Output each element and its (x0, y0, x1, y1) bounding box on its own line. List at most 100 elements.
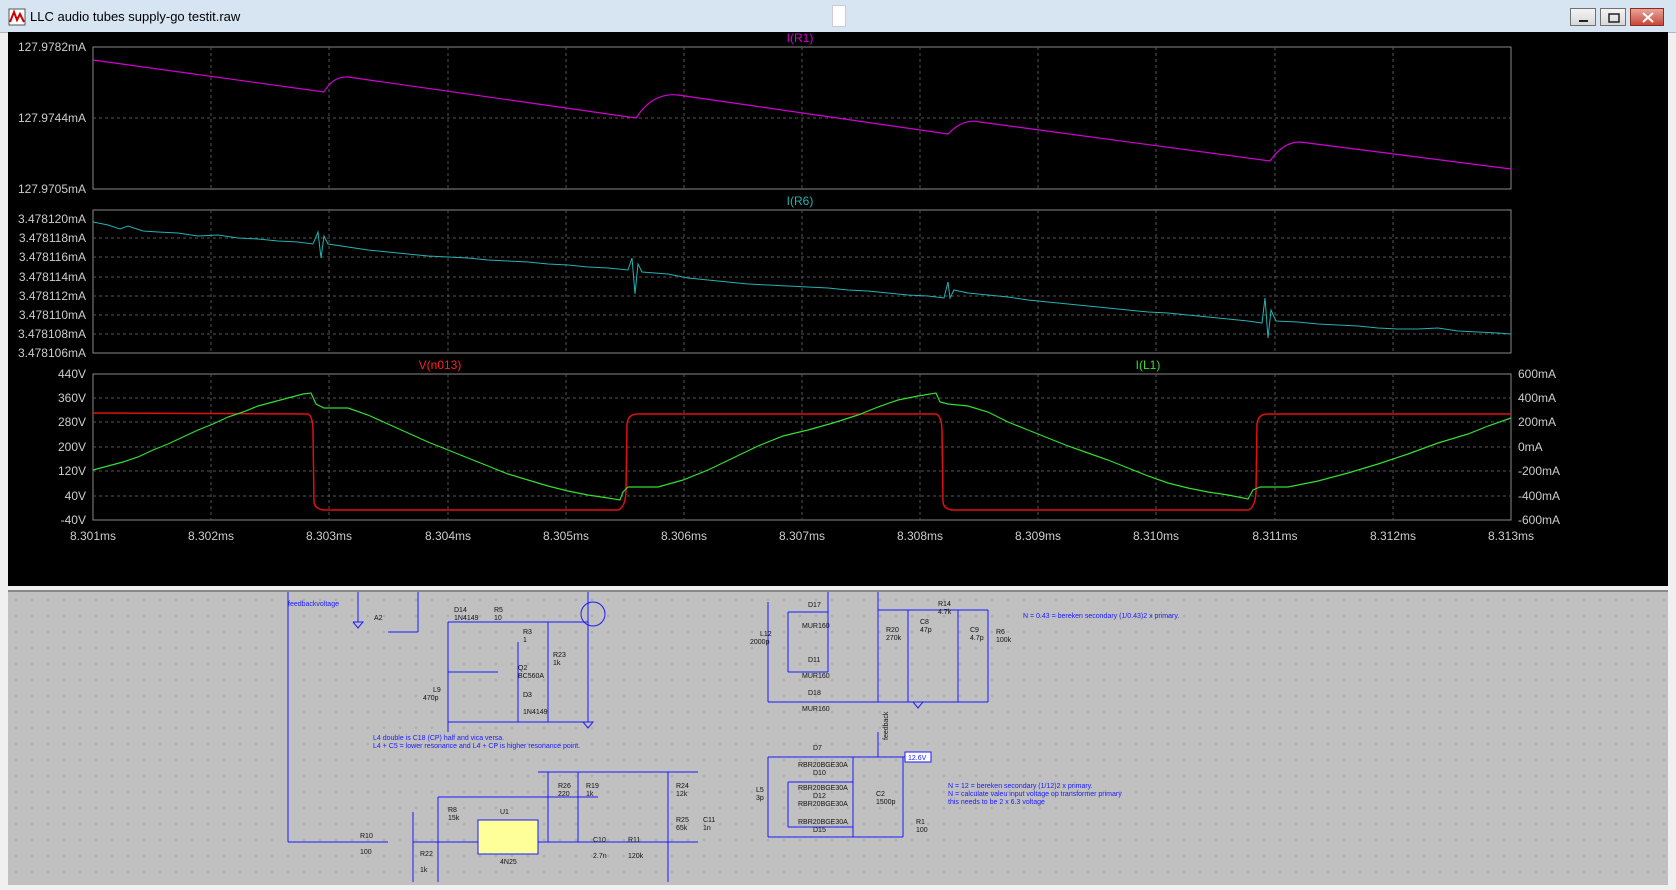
component-label[interactable]: L12 (760, 631, 772, 638)
component-label[interactable]: 1n (703, 825, 711, 832)
pane3-left-ytick: 120V (58, 464, 86, 478)
component-label[interactable]: MUR160 (802, 623, 830, 630)
component-label[interactable]: 12k (676, 791, 688, 798)
note-text[interactable]: this needs to be 2 x 6.3 voltage (948, 799, 1045, 806)
component-label[interactable]: C10 (593, 837, 606, 844)
component-label[interactable]: 15k (448, 815, 460, 822)
component-label[interactable]: R20 (886, 627, 899, 634)
component-label[interactable]: 100 (916, 827, 928, 834)
component-label[interactable]: 2000p (750, 639, 770, 646)
component-label[interactable]: 1 (523, 637, 527, 644)
component-label[interactable]: 1k (420, 867, 428, 874)
pane3-left-trace-label[interactable]: V(n013) (419, 358, 462, 372)
component-label[interactable]: 47p (920, 627, 932, 634)
component-label[interactable]: 1N4149 (523, 709, 548, 716)
component-label[interactable]: 100k (996, 637, 1012, 644)
pane1-trace-label[interactable]: I(R1) (787, 31, 814, 45)
component-label[interactable]: R26 (558, 783, 571, 790)
schematic-canvas[interactable]: feedbackvoltage A2 D14 1N4149 R5 10 R3 1… (8, 592, 1668, 885)
component-label[interactable]: 120k (628, 853, 644, 860)
component-label[interactable]: D12 (813, 793, 826, 800)
component-label[interactable]: Q2 (518, 665, 527, 672)
component-label[interactable]: D15 (813, 827, 826, 834)
component-label[interactable]: R11 (628, 837, 640, 844)
component-label[interactable]: R10 (360, 833, 373, 840)
component-label[interactable]: 1k (586, 791, 594, 798)
component-label[interactable]: D18 (808, 690, 821, 697)
component-label[interactable]: C9 (970, 627, 979, 634)
component-label[interactable]: RBR20BGE30A (798, 762, 848, 769)
component-label[interactable]: MUR160 (802, 706, 830, 713)
component-label[interactable]: D10 (813, 770, 826, 777)
note-text[interactable]: L4 + C5 = lower resonance and L4 + CP is… (373, 743, 580, 750)
component-label[interactable]: R6 (996, 629, 1005, 636)
pane3-right-trace-label[interactable]: I(L1) (1136, 358, 1161, 372)
component-label[interactable]: 3p (756, 795, 764, 802)
component-label[interactable]: 100 (360, 849, 372, 856)
component-label[interactable]: 1500p (876, 799, 896, 806)
component-label[interactable]: L9 (433, 687, 441, 694)
component-label[interactable]: R5 (494, 607, 503, 614)
component-label[interactable]: R25 (676, 817, 689, 824)
xtick: 8.303ms (306, 529, 352, 543)
component-label[interactable]: 10 (494, 615, 502, 622)
pane-i-r6[interactable]: I(R6) 3.478120mA 3.478118mA 3.478116mA 3… (18, 194, 1512, 360)
component-label[interactable]: D11 (808, 657, 820, 664)
note-text[interactable]: N = 0.43 = bereken secondary (1/0.43)2 x… (1023, 613, 1179, 620)
note-text[interactable]: L4 double is C18 (CP) half and vica vers… (373, 735, 504, 742)
component-label[interactable]: 470p (423, 695, 439, 702)
component-label[interactable]: R22 (420, 851, 433, 858)
component-label[interactable]: 1N4149 (454, 615, 479, 622)
pane1-ytick: 127.9705mA (18, 182, 86, 196)
component-label[interactable]: 1k (553, 660, 561, 667)
component-label[interactable]: L5 (756, 787, 764, 794)
component-label[interactable]: R24 (676, 783, 689, 790)
component-label[interactable]: D17 (808, 602, 821, 609)
component-label[interactable]: C2 (876, 791, 885, 798)
component-label[interactable]: 4N25 (500, 859, 517, 866)
pane-vn013-il1[interactable]: V(n013) I(L1) 440V 360V 280V 200V 120V 4… (58, 358, 1560, 527)
component-label[interactable]: RBR20BGE30A (798, 785, 848, 792)
component-label[interactable]: BC560A (518, 673, 544, 680)
component-label[interactable]: R1 (916, 819, 925, 826)
component-label[interactable]: 4.7k (938, 609, 952, 616)
component-label[interactable]: A2 (374, 615, 383, 622)
pane3-left-ytick: -40V (61, 513, 86, 527)
schematic-editor[interactable]: feedbackvoltage A2 D14 1N4149 R5 10 R3 1… (8, 590, 1668, 885)
component-label[interactable]: 65k (676, 825, 688, 832)
component-label[interactable]: 2.7n (593, 853, 607, 860)
net-label[interactable]: feedbackvoltage (288, 601, 339, 608)
component-label[interactable]: RBR20BGE30A (798, 801, 848, 808)
component-label[interactable]: C11 (703, 817, 715, 824)
window-title: LLC audio tubes supply-go testit.raw (30, 9, 241, 24)
maximize-button[interactable] (1600, 8, 1626, 26)
component-label[interactable]: 270k (886, 635, 902, 642)
component-label[interactable]: MUR160 (802, 673, 830, 680)
component-label[interactable]: R19 (586, 783, 599, 790)
note-text[interactable]: N = 12 = bereken secondary (1/12)2 x pri… (948, 783, 1093, 790)
net-label-12v6[interactable]: 12.6V (908, 755, 927, 762)
component-label[interactable]: C8 (920, 619, 929, 626)
pane-i-r1[interactable]: I(R1) 127.9782mA 127.9744mA 127.9705mA (18, 31, 1512, 196)
component-label[interactable]: RBR20BGE30A (798, 819, 848, 826)
component-label[interactable]: 220 (558, 791, 570, 798)
minimize-button[interactable] (1570, 8, 1596, 26)
component-label[interactable]: R14 (938, 601, 951, 608)
component-label[interactable]: R8 (448, 807, 457, 814)
net-label-feedback[interactable]: feedback (883, 711, 890, 740)
component-label[interactable]: D7 (813, 745, 822, 752)
component-label[interactable]: D14 (454, 607, 467, 614)
xtick: 8.311ms (1252, 529, 1297, 543)
close-button[interactable] (1630, 8, 1664, 26)
waveform-viewer[interactable]: I(R1) 127.9782mA 127.9744mA 127.9705mA I… (8, 31, 1668, 586)
component-label[interactable]: U1 (500, 809, 509, 816)
xtick: 8.307ms (779, 529, 825, 543)
pane2-trace-label[interactable]: I(R6) (787, 194, 814, 208)
component-label[interactable]: 4.7p (970, 635, 984, 642)
note-text[interactable]: N = calculate valeu input voltage op tra… (948, 791, 1122, 798)
component-label[interactable]: R3 (523, 629, 532, 636)
component-label[interactable]: R23 (553, 652, 566, 659)
waveform-plot[interactable]: I(R1) 127.9782mA 127.9744mA 127.9705mA I… (8, 31, 1668, 586)
pane3-left-ytick: 360V (58, 391, 86, 405)
component-label[interactable]: D3 (523, 692, 532, 699)
